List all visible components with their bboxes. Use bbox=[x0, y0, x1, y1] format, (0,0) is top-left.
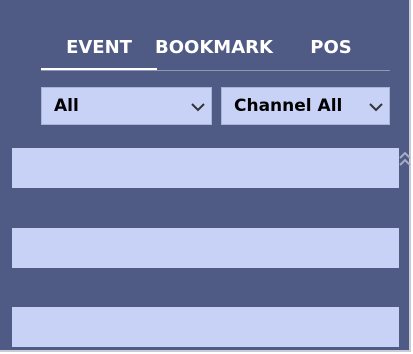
chevron-down-icon bbox=[185, 97, 211, 116]
list-item[interactable] bbox=[12, 307, 399, 347]
double-chevron-up-icon[interactable] bbox=[399, 150, 411, 176]
chevron-down-icon bbox=[363, 97, 389, 116]
list-item[interactable] bbox=[12, 148, 399, 188]
tab-bookmark[interactable]: BOOKMARK bbox=[152, 36, 276, 70]
category-select-value: All bbox=[54, 96, 79, 116]
tab-bar: EVENT BOOKMARK POS bbox=[41, 36, 390, 71]
channel-select-value: Channel All bbox=[234, 96, 343, 116]
event-panel: EVENT BOOKMARK POS All Channel All bbox=[0, 0, 411, 352]
tab-event[interactable]: EVENT bbox=[41, 36, 157, 70]
category-select[interactable]: All bbox=[41, 87, 212, 125]
list-item[interactable] bbox=[12, 228, 399, 268]
tab-pos[interactable]: POS bbox=[291, 36, 371, 70]
channel-select[interactable]: Channel All bbox=[221, 87, 390, 125]
